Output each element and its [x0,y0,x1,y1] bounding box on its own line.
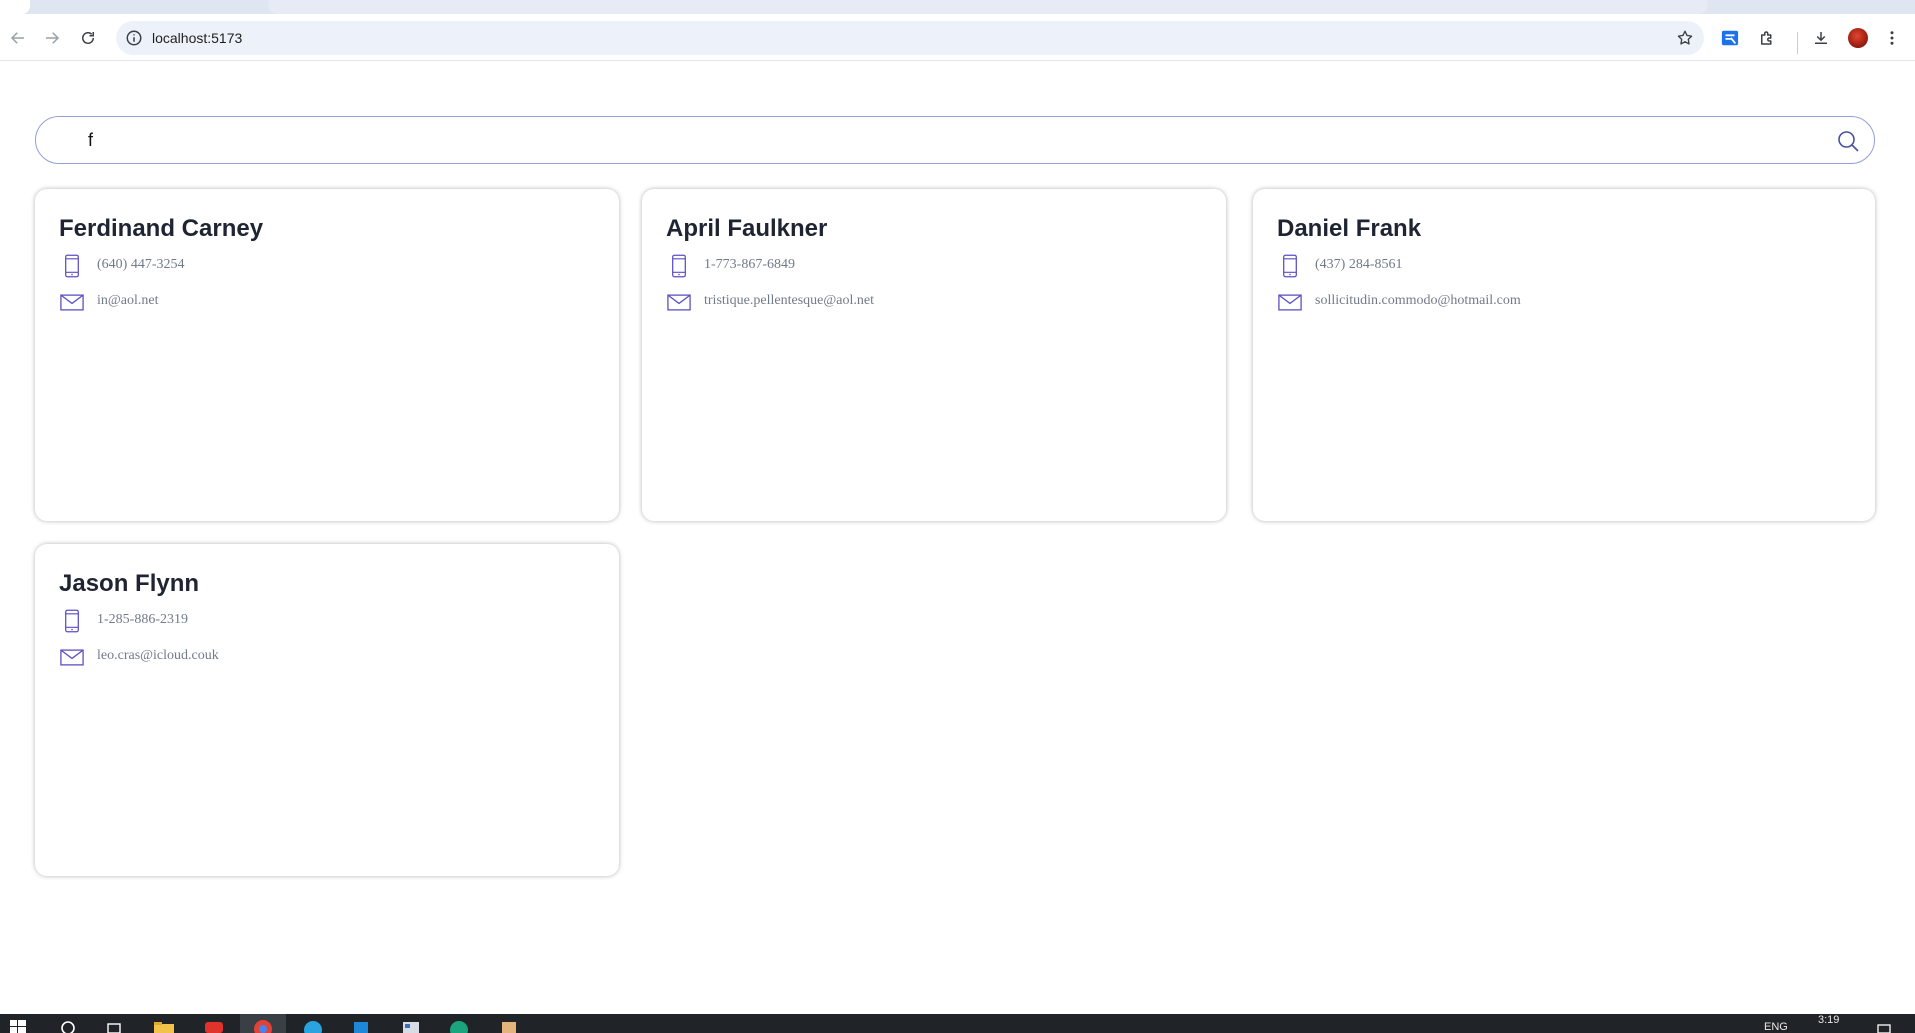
smartphone-icon [666,253,692,279]
envelope-icon [59,289,85,315]
contact-name: Daniel Frank [1277,215,1422,242]
contact-card[interactable]: April Faulkner 1-773-867-6849 tristique.… [642,189,1226,521]
browser-tab-strip [0,0,1915,14]
smartphone-icon [1277,253,1303,279]
extensions-button[interactable] [1757,28,1777,48]
contact-email[interactable]: in@aol.net [97,293,159,309]
chrome-taskbar-active[interactable] [240,1014,286,1033]
search-bar[interactable] [35,116,1875,164]
file-explorer-icon[interactable] [153,1016,175,1033]
task-view-icon[interactable] [104,1016,126,1033]
os-taskbar: ENG 3:19 [0,1014,1915,1033]
envelope-icon [666,289,692,315]
forward-button[interactable] [36,22,68,54]
contact-card[interactable]: Ferdinand Carney (640) 447-3254 in@aol.n… [35,189,619,521]
contact-name: April Faulkner [666,215,828,242]
smartphone-icon [59,253,85,279]
contact-phone[interactable]: (437) 284-8561 [1315,257,1403,273]
contact-name: Ferdinand Carney [59,215,264,242]
smartphone-icon [59,608,85,634]
contact-email[interactable]: tristique.pellentesque@aol.net [704,293,874,309]
search-icon[interactable] [1836,129,1860,153]
app-red-icon[interactable] [203,1016,225,1033]
telegram-icon[interactable] [302,1016,324,1033]
toolbar-divider [1797,32,1798,54]
contact-name: Jason Flynn [59,570,200,597]
puzzle-icon [1761,31,1772,45]
contact-phone[interactable]: (640) 447-3254 [97,257,185,273]
app-box-icon[interactable] [498,1016,520,1033]
edge-icon[interactable] [448,1016,470,1033]
downloads-button[interactable] [1811,28,1831,48]
tray-language[interactable]: ENG [1764,1021,1788,1033]
contact-card[interactable]: Daniel Frank (437) 284-8561 sollicitudin… [1253,189,1875,521]
envelope-icon [59,644,85,670]
back-button[interactable] [2,22,34,54]
browser-menu-button[interactable] [1882,28,1902,48]
app-window-icon[interactable] [400,1016,422,1033]
search-taskbar-icon[interactable] [58,1016,80,1033]
reload-button[interactable] [72,22,104,54]
notification-icon[interactable] [1874,1016,1896,1033]
tab-row[interactable] [268,0,1708,14]
extension-button[interactable] [1720,28,1740,48]
contact-phone[interactable]: 1-773-867-6849 [704,257,795,273]
search-input[interactable] [88,127,1788,153]
extension-blue-icon [1721,30,1739,46]
active-tab[interactable] [0,0,30,14]
download-icon [1815,32,1827,44]
reload-icon [82,32,94,44]
contact-email[interactable]: sollicitudin.commodo@hotmail.com [1315,293,1521,309]
windows-start-icon[interactable] [8,1016,30,1033]
kebab-menu-icon [1890,31,1894,45]
vscode-icon[interactable] [350,1016,372,1033]
arrow-right-icon [46,32,60,44]
arrow-left-icon [10,32,24,44]
contact-email[interactable]: leo.cras@icloud.couk [97,648,219,664]
address-bar[interactable]: localhost:5173 [116,21,1704,55]
browser-toolbar: localhost:5173 [0,14,1915,61]
url-text[interactable]: localhost:5173 [152,30,242,46]
contact-phone[interactable]: 1-285-886-2319 [97,612,188,628]
profile-avatar[interactable] [1848,28,1868,48]
bookmark-star-icon[interactable] [1676,29,1694,47]
chrome-icon [254,1020,272,1033]
tray-clock[interactable]: 3:19 [1818,1014,1839,1026]
envelope-icon [1277,289,1303,315]
site-info-icon[interactable] [125,29,143,47]
contact-card[interactable]: Jason Flynn 1-285-886-2319 leo.cras@iclo… [35,544,619,876]
